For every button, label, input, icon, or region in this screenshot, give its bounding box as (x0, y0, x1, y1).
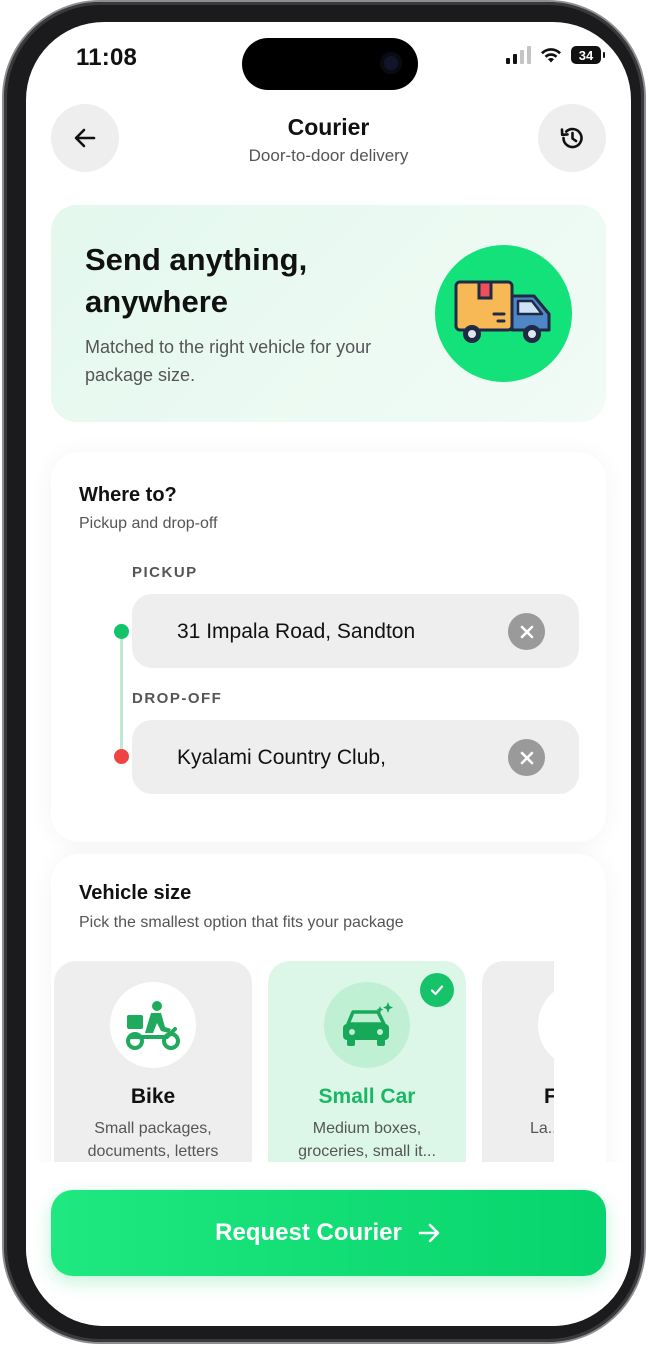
vehicle-description: Small packages, documents, letters (87, 1120, 219, 1160)
request-courier-button[interactable]: Request Courier (51, 1190, 606, 1276)
pickup-field[interactable]: 31 Impala Road, Sandton (132, 594, 579, 668)
dynamic-island (242, 38, 418, 90)
wifi-icon (541, 48, 561, 63)
dropoff-dot-icon (114, 749, 129, 764)
delivery-truck-icon (454, 280, 550, 343)
status-icons: 34 (506, 46, 605, 64)
route-card: Where to? Pickup and drop-off PICKUP 31 … (51, 452, 606, 842)
pickup-input-value[interactable]: 31 Impala Road, Sandton (177, 620, 415, 644)
vehicle-description: La... mu... (530, 1120, 554, 1137)
vehicle-option-small-car[interactable]: Small Car Medium boxes, groceries, small… (268, 961, 466, 1173)
close-icon (520, 751, 533, 764)
car-icon (343, 1002, 393, 1046)
battery-icon: 34 (571, 46, 605, 64)
icon-circle (538, 982, 554, 1068)
route-title: Where to? (79, 484, 177, 506)
dropoff-label: DROP-OFF (132, 690, 223, 707)
phone-frame: 11:08 34 Courier Door-to-door delivery S… (4, 2, 644, 1342)
vehicle-options-scroller[interactable]: Bike Small packages, documents, letters (54, 961, 554, 1173)
hero-banner: Send anything, anywhere Matched to the r… (51, 205, 606, 422)
hero-illustration (435, 245, 572, 382)
history-icon (560, 127, 583, 149)
vehicle-name: F (544, 1085, 554, 1108)
icon-circle (324, 982, 410, 1068)
signal-icon (506, 46, 531, 64)
vehicle-option-bike[interactable]: Bike Small packages, documents, letters (54, 961, 252, 1173)
vehicle-description: Medium boxes, groceries, small it... (298, 1120, 436, 1160)
hero-subtitle: Matched to the right vehicle for your pa… (85, 337, 372, 385)
dropoff-field[interactable]: Kyalami Country Club, (132, 720, 579, 794)
icon-circle (110, 982, 196, 1068)
dropoff-input-value[interactable]: Kyalami Country Club, (177, 746, 386, 770)
pickup-dot-icon (114, 624, 129, 639)
vehicle-option-3[interactable]: F La... mu... (482, 961, 554, 1173)
vehicle-name: Small Car (318, 1085, 416, 1108)
screen: 11:08 34 Courier Door-to-door delivery S… (26, 22, 631, 1326)
request-courier-label: Request Courier (215, 1219, 402, 1246)
camera-icon (380, 52, 402, 74)
clear-dropoff-button[interactable] (508, 739, 545, 776)
scooter-courier-icon (126, 1001, 180, 1050)
clear-pickup-button[interactable] (508, 613, 545, 650)
vehicle-name: Bike (130, 1085, 176, 1108)
vehicle-subtitle: Pick the smallest option that fits your … (79, 914, 404, 931)
history-button[interactable] (538, 104, 606, 172)
route-connector (120, 638, 123, 756)
status-time: 11:08 (76, 44, 138, 71)
route-subtitle: Pickup and drop-off (79, 515, 218, 532)
close-icon (520, 625, 533, 638)
hero-title: Send anything, anywhere (85, 242, 308, 319)
pickup-label: PICKUP (132, 564, 198, 581)
arrow-right-icon (418, 1223, 440, 1243)
selected-check-icon (420, 973, 454, 1007)
vehicle-title: Vehicle size (79, 882, 192, 904)
